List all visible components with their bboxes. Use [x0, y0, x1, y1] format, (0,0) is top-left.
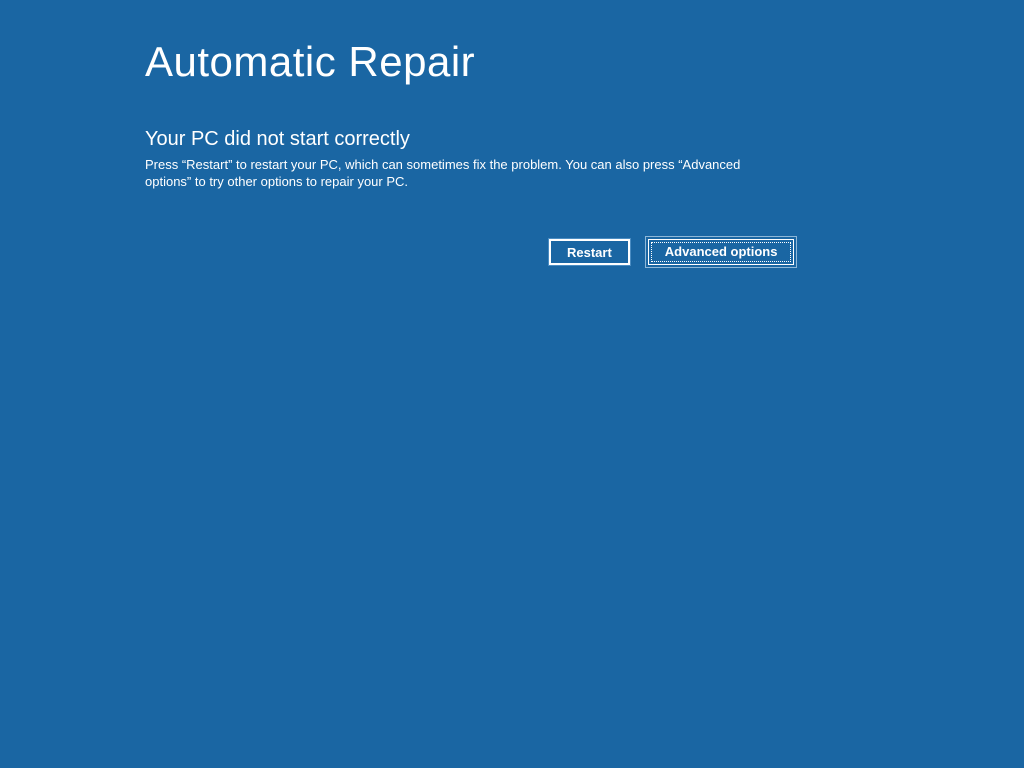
error-description: Press “Restart” to restart your PC, whic…	[145, 157, 755, 191]
advanced-options-button[interactable]: Advanced options	[648, 239, 795, 265]
error-subtitle: Your PC did not start correctly	[145, 128, 879, 151]
page-title: Automatic Repair	[145, 38, 879, 86]
restart-button[interactable]: Restart	[549, 239, 630, 265]
button-row: Restart Advanced options	[549, 239, 879, 265]
recovery-screen: Automatic Repair Your PC did not start c…	[0, 0, 1024, 265]
